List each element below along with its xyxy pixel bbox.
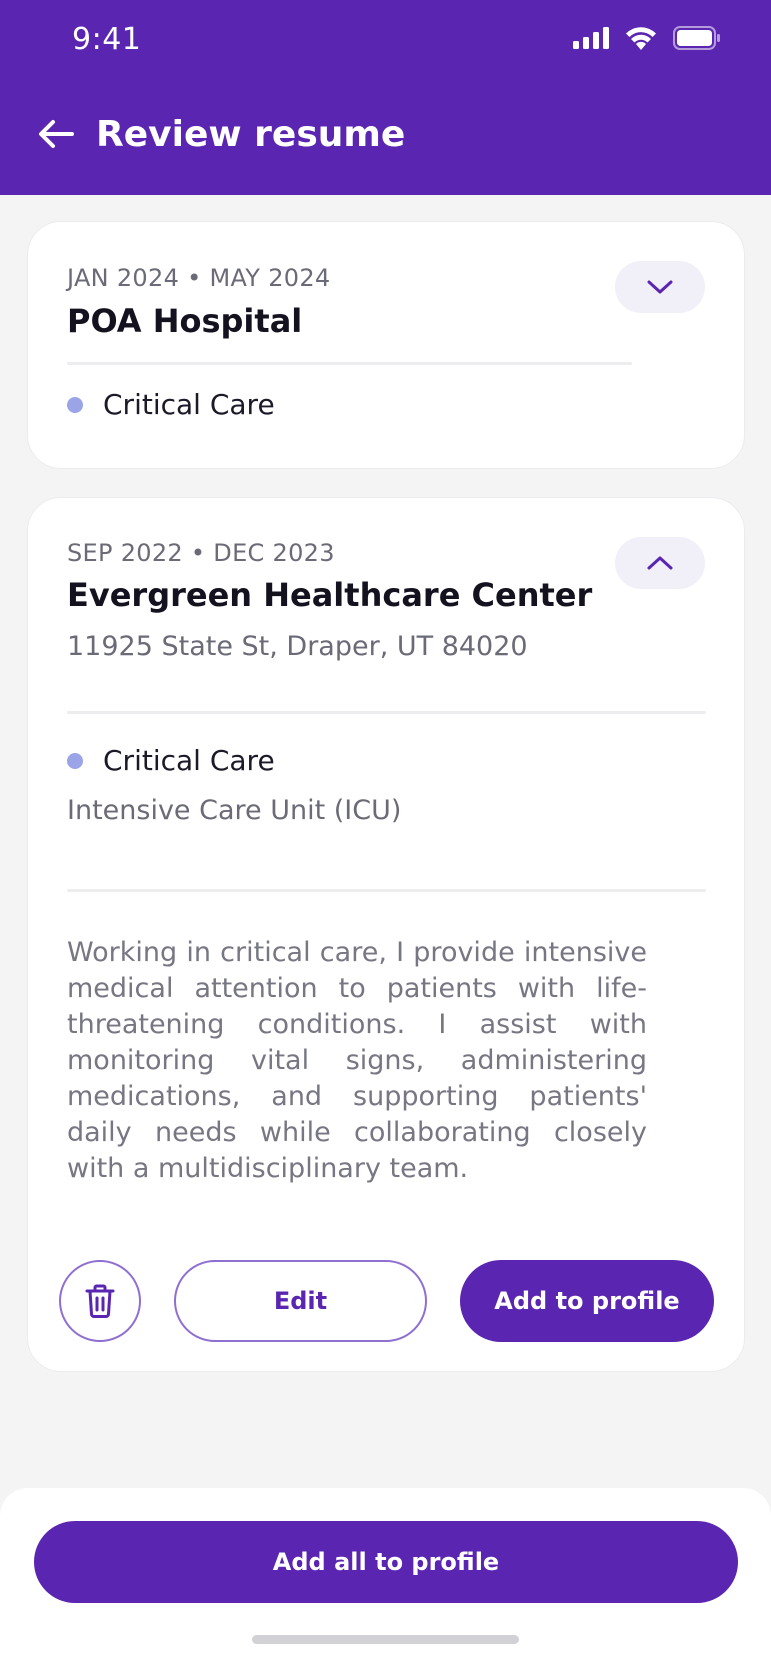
status-icons: [573, 26, 721, 50]
app-screen: 9:41 Review resume JAN 2024 • MAY 2024 P…: [0, 0, 771, 1669]
divider: [67, 711, 706, 714]
specialty-dot: [67, 752, 83, 769]
specialty-item: Critical Care: [67, 388, 275, 421]
experience-description: Working in critical care, I provide inte…: [67, 937, 647, 1184]
collapse-button[interactable]: [615, 537, 705, 589]
bottom-action-bar: Add all to profile: [0, 1488, 771, 1669]
specialty-label: Critical Care: [103, 744, 275, 777]
experience-dates: SEP 2022 • DEC 2023: [67, 539, 335, 567]
chevron-down-icon: [647, 280, 673, 294]
edit-button[interactable]: Edit: [174, 1260, 427, 1342]
trash-icon: [85, 1284, 115, 1318]
expand-button[interactable]: [615, 261, 705, 313]
home-indicator: [252, 1635, 519, 1644]
experience-dates: JAN 2024 • MAY 2024: [67, 264, 331, 292]
page-title: Review resume: [96, 114, 406, 155]
specialty-dot: [67, 396, 83, 413]
add-all-to-profile-button[interactable]: Add all to profile: [34, 1521, 738, 1603]
specialty-label: Critical Care: [103, 388, 275, 421]
battery-icon: [673, 26, 720, 50]
divider: [67, 362, 632, 365]
status-time: 9:41: [72, 22, 142, 57]
back-arrow-icon[interactable]: [36, 114, 76, 154]
experience-card: SEP 2022 • DEC 2023 Evergreen Healthcare…: [27, 497, 745, 1372]
specialty-item: Critical Care: [67, 744, 275, 777]
company-name: POA Hospital: [67, 302, 303, 340]
app-header: 9:41 Review resume: [0, 0, 771, 195]
unit-label: Intensive Care Unit (ICU): [67, 795, 402, 826]
experience-card: JAN 2024 • MAY 2024 POA Hospital Critica…: [27, 221, 745, 469]
signal-icon: [573, 27, 609, 49]
divider: [67, 889, 706, 892]
company-address: 11925 State St, Draper, UT 84020: [67, 631, 528, 662]
chevron-up-icon: [647, 556, 673, 570]
delete-button[interactable]: [59, 1260, 141, 1342]
company-name: Evergreen Healthcare Center: [67, 576, 593, 614]
wifi-icon: [626, 27, 656, 50]
add-to-profile-button[interactable]: Add to profile: [460, 1260, 714, 1342]
